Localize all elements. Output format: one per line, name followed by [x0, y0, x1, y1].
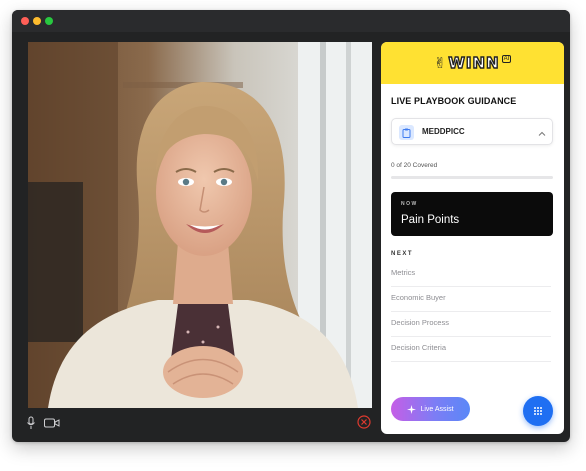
- next-label: NEXT: [391, 251, 414, 257]
- coverage-progress-bar: [391, 176, 553, 179]
- brand-logo: WINN: [448, 53, 500, 72]
- panel-title: LIVE PLAYBOOK GUIDANCE: [391, 96, 517, 106]
- apps-grid-button[interactable]: [523, 396, 553, 426]
- next-item-decision-process[interactable]: Decision Process: [391, 312, 551, 337]
- brand-header: ✌ WINN AI: [381, 42, 564, 84]
- app-window: ✌ WINN AI LIVE PLAYBOOK GUIDANCE MEDDPIC…: [12, 10, 570, 442]
- window-close-button[interactable]: [21, 17, 29, 25]
- participant-video: [28, 42, 372, 408]
- coverage-progress-text: 0 of 20 Covered: [391, 162, 438, 169]
- brand-logo-mark: AI: [501, 55, 512, 63]
- playbook-select-value: MEDDPICC: [422, 127, 465, 136]
- live-assist-label: Live Assist: [420, 405, 454, 413]
- peace-hand-icon: ✌: [433, 55, 447, 72]
- clipboard-icon: [399, 125, 414, 140]
- microphone-icon[interactable]: [26, 416, 36, 430]
- next-item-metrics[interactable]: Metrics: [391, 262, 551, 287]
- window-titlebar: [12, 10, 570, 32]
- live-assist-button[interactable]: Live Assist: [391, 397, 470, 421]
- end-call-icon[interactable]: [357, 415, 371, 429]
- chevron-up-icon: [537, 126, 547, 136]
- participant-video-image: [28, 42, 372, 408]
- window-minimize-button[interactable]: [33, 17, 41, 25]
- playbook-panel: ✌ WINN AI LIVE PLAYBOOK GUIDANCE MEDDPIC…: [381, 42, 564, 434]
- now-label: NOW: [401, 201, 418, 207]
- grid-icon: [534, 407, 542, 415]
- next-item-economic-buyer[interactable]: Economic Buyer: [391, 287, 551, 312]
- current-topic-card: NOW Pain Points: [391, 192, 553, 236]
- current-topic-title: Pain Points: [401, 214, 460, 226]
- call-controls-bar: [12, 410, 382, 440]
- next-item-decision-criteria[interactable]: Decision Criteria: [391, 337, 551, 362]
- playbook-select[interactable]: MEDDPICC: [391, 118, 553, 145]
- camera-icon[interactable]: [44, 417, 60, 429]
- sparkle-icon: [407, 404, 417, 414]
- window-zoom-button[interactable]: [45, 17, 53, 25]
